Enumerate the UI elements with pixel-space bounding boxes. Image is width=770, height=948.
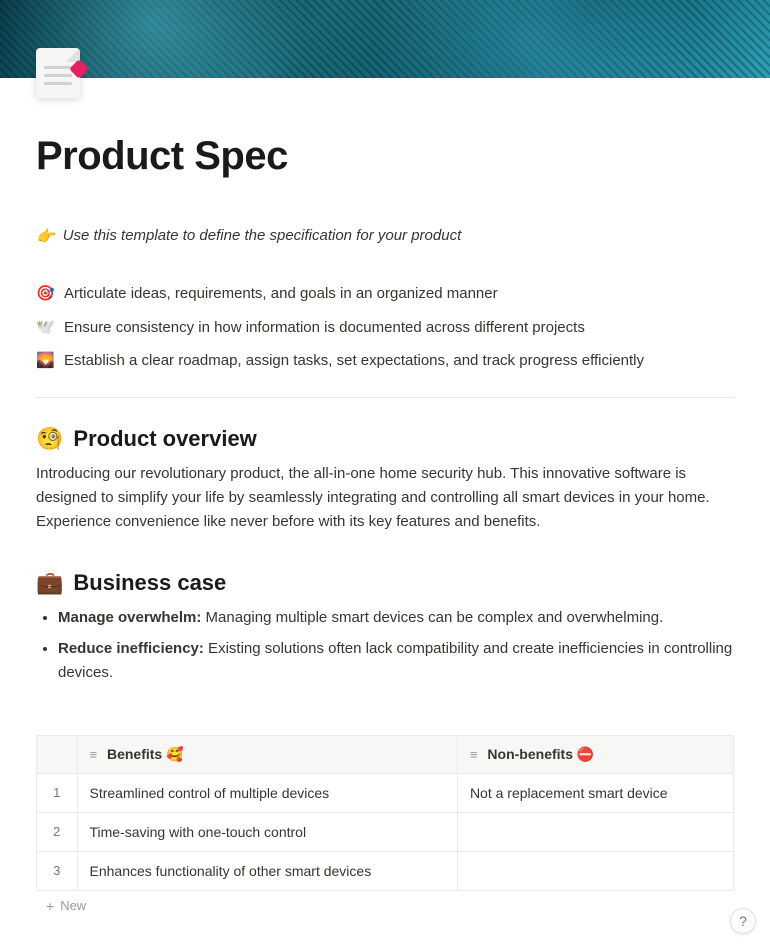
no-entry-icon: ⛔ [577, 746, 594, 762]
overview-body[interactable]: Introducing our revolutionary product, t… [36, 462, 734, 534]
column-label: Benefits [107, 746, 162, 762]
text-property-icon: ≡ [90, 747, 98, 762]
benefit-cell[interactable]: Time-saving with one-touch control [77, 812, 457, 851]
page-title[interactable]: Product Spec [36, 134, 734, 179]
bold-label: Manage overwhelm: [58, 609, 201, 626]
monocle-face-icon: 🧐 [36, 426, 63, 452]
goal-text: Ensure consistency in how information is… [64, 317, 585, 340]
goal-text: Articulate ideas, requirements, and goal… [64, 283, 498, 306]
goal-item[interactable]: 🎯 Articulate ideas, requirements, and go… [36, 283, 734, 306]
page-icon[interactable] [36, 48, 88, 100]
row-number: 3 [37, 851, 77, 890]
overview-heading-text: Product overview [73, 426, 256, 452]
goal-text: Establish a clear roadmap, assign tasks,… [64, 350, 644, 373]
dove-icon: 🕊️ [36, 317, 54, 340]
pointing-hand-icon: 👉 [36, 227, 55, 245]
divider [36, 397, 734, 398]
callout[interactable]: 👉 Use this template to define the specif… [36, 227, 734, 245]
non-benefit-cell[interactable] [457, 812, 733, 851]
goals-list: 🎯 Articulate ideas, requirements, and go… [36, 283, 734, 373]
column-label: Non-benefits [487, 746, 573, 762]
sunrise-icon: 🌄 [36, 350, 54, 373]
new-row-button[interactable]: + New [36, 891, 734, 921]
heart-face-icon: 🥰 [166, 746, 183, 762]
page-content: Product Spec 👉 Use this template to defi… [0, 134, 770, 941]
non-benefits-column-header[interactable]: ≡ Non-benefits ⛔ [457, 736, 733, 774]
list-item[interactable]: Manage overwhelm: Managing multiple smar… [58, 606, 734, 630]
briefcase-icon: 💼 [36, 570, 63, 596]
non-benefit-cell[interactable]: Not a replacement smart device [457, 773, 733, 812]
benefit-cell[interactable]: Enhances functionality of other smart de… [77, 851, 457, 890]
table-row[interactable]: 2 Time-saving with one-touch control [37, 812, 733, 851]
goal-item[interactable]: 🕊️ Ensure consistency in how information… [36, 317, 734, 340]
overview-heading[interactable]: 🧐 Product overview [36, 426, 734, 452]
list-text: Managing multiple smart devices can be c… [201, 609, 663, 626]
business-case-heading[interactable]: 💼 Business case [36, 570, 734, 596]
benefit-cell[interactable]: Streamlined control of multiple devices [77, 773, 457, 812]
text-property-icon: ≡ [470, 747, 478, 762]
benefits-column-header[interactable]: ≡ Benefits 🥰 [77, 736, 457, 774]
plus-icon: + [46, 898, 54, 914]
business-case-list: Manage overwhelm: Managing multiple smar… [36, 606, 734, 685]
goal-item[interactable]: 🌄 Establish a clear roadmap, assign task… [36, 350, 734, 373]
list-item[interactable]: Reduce inefficiency: Existing solutions … [58, 637, 734, 685]
new-label: New [60, 898, 86, 913]
target-icon: 🎯 [36, 283, 54, 306]
business-case-heading-text: Business case [73, 570, 226, 596]
non-benefit-cell[interactable] [457, 851, 733, 890]
help-button[interactable]: ? [730, 908, 756, 934]
row-number-header [37, 736, 77, 774]
benefits-table: ≡ Benefits 🥰 ≡ Non-benefits ⛔ 1 Streamli… [36, 735, 734, 891]
table-row[interactable]: 3 Enhances functionality of other smart … [37, 851, 733, 890]
table-row[interactable]: 1 Streamlined control of multiple device… [37, 773, 733, 812]
cover-image [0, 0, 770, 78]
row-number: 2 [37, 812, 77, 851]
callout-text: Use this template to define the specific… [63, 227, 462, 244]
row-number: 1 [37, 773, 77, 812]
bold-label: Reduce inefficiency: [58, 640, 204, 657]
